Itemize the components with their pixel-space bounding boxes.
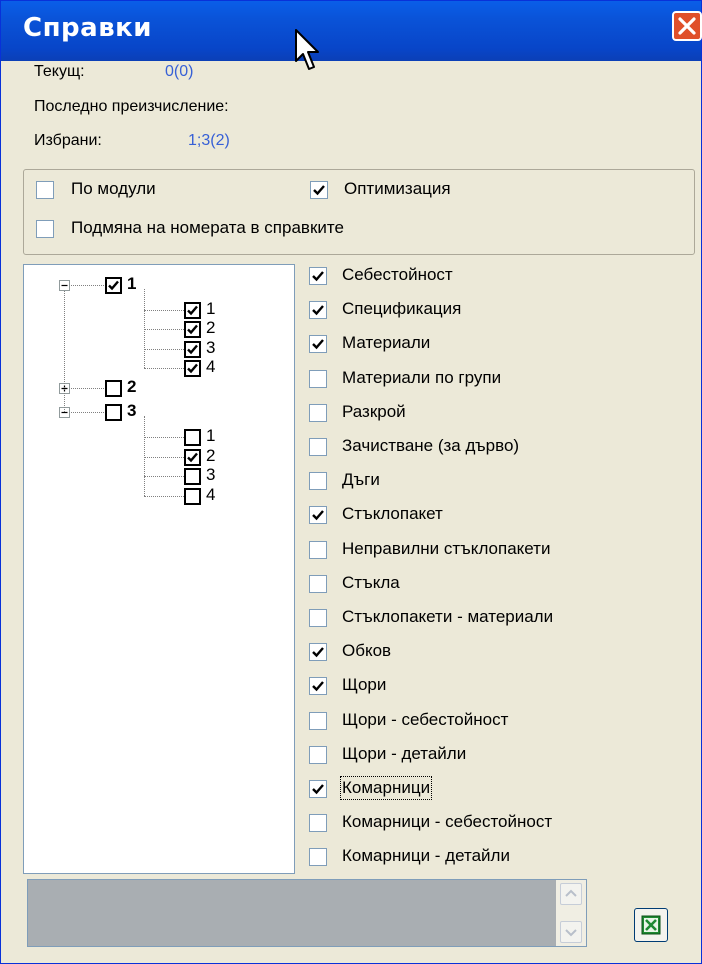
chevron-up-icon xyxy=(565,889,577,897)
tree-node-label[interactable]: 1 xyxy=(206,299,215,319)
report-checkbox[interactable] xyxy=(309,711,327,730)
by-modules-label[interactable]: По модули xyxy=(71,179,156,199)
tree-connector xyxy=(144,368,184,370)
report-checkbox[interactable] xyxy=(309,369,327,388)
replace-numbers-label[interactable]: Подмяна на номерата в справките xyxy=(71,218,344,238)
tree-connector xyxy=(144,289,145,369)
tree-node-label[interactable]: 3 xyxy=(127,401,136,421)
selected-label: Избрани: xyxy=(34,132,102,149)
tree-checkbox[interactable] xyxy=(184,428,201,446)
report-checkbox[interactable] xyxy=(309,609,327,627)
tree-connector xyxy=(144,456,184,458)
tree-node-label[interactable]: 1 xyxy=(127,274,136,294)
report-label[interactable]: Зачистване (за дърво) xyxy=(342,436,519,456)
title-bar[interactable]: Справки xyxy=(1,1,702,61)
report-checkbox[interactable] xyxy=(309,472,327,491)
report-checkbox[interactable] xyxy=(309,574,327,593)
report-checkbox[interactable] xyxy=(309,438,327,456)
tree-connector xyxy=(144,436,184,438)
report-label[interactable]: Материали xyxy=(342,333,430,353)
tree-connector xyxy=(144,416,145,496)
report-label[interactable]: Дъги xyxy=(342,470,380,490)
tree-connector xyxy=(64,291,65,413)
report-label[interactable]: Спецификация xyxy=(342,299,461,319)
reports-window: Справки Текущ: 0(0) Последно преизчислен… xyxy=(0,0,702,964)
replace-numbers-checkbox[interactable] xyxy=(36,220,54,238)
report-checkbox[interactable] xyxy=(309,677,327,696)
tree-checkbox[interactable] xyxy=(184,487,201,505)
tree-node-label[interactable]: 3 xyxy=(206,338,215,358)
tree-connector xyxy=(144,476,184,478)
tree-connector xyxy=(144,348,184,350)
tree-checkbox[interactable] xyxy=(105,277,122,294)
tree-connector xyxy=(71,285,104,286)
tree-node-label[interactable]: 4 xyxy=(206,485,215,505)
optimization-label[interactable]: Оптимизация xyxy=(344,179,451,199)
report-label[interactable]: Материали по групи xyxy=(342,368,501,388)
message-box[interactable] xyxy=(27,879,587,947)
tree-expander[interactable] xyxy=(59,280,70,291)
report-label[interactable]: Стъклопакет xyxy=(342,504,443,524)
report-checkbox[interactable] xyxy=(309,643,327,662)
report-checkbox[interactable] xyxy=(309,814,327,833)
report-label[interactable]: Себестойност xyxy=(342,265,453,285)
tree-connector xyxy=(71,387,104,389)
tree-checkbox[interactable] xyxy=(184,468,201,486)
report-label[interactable]: Обков xyxy=(342,641,391,661)
tree-node-label[interactable]: 2 xyxy=(206,318,215,338)
tree-node-label[interactable]: 2 xyxy=(127,377,136,397)
report-checkbox[interactable] xyxy=(309,780,327,798)
export-excel-button[interactable] xyxy=(634,908,668,942)
report-label[interactable]: Неправилни стъклопакети xyxy=(342,539,550,559)
report-checkbox[interactable] xyxy=(309,335,327,354)
tree-node-label[interactable]: 3 xyxy=(206,465,215,485)
report-checkbox[interactable] xyxy=(309,540,327,559)
optimization-checkbox[interactable] xyxy=(310,181,328,199)
chevron-down-icon xyxy=(565,929,577,937)
report-label[interactable]: Стъкла xyxy=(342,573,400,593)
excel-icon xyxy=(641,915,661,935)
by-modules-checkbox[interactable] xyxy=(36,181,54,199)
current-label: Текущ: xyxy=(34,63,85,80)
scroll-down-button[interactable] xyxy=(560,921,582,943)
tree-connector xyxy=(144,329,184,331)
close-button[interactable] xyxy=(672,11,702,41)
tree-node-label[interactable]: 2 xyxy=(206,446,215,466)
tree-checkbox[interactable] xyxy=(184,301,201,319)
report-checkbox[interactable] xyxy=(309,745,327,764)
report-label[interactable]: Комарници xyxy=(339,776,433,800)
modules-tree[interactable]: 11234231234 xyxy=(23,264,295,874)
last-recalc-label: Последно преизчисление: xyxy=(34,98,229,115)
report-checkbox[interactable] xyxy=(309,848,327,867)
report-label[interactable]: Комарници - себестойност xyxy=(342,812,552,832)
report-label[interactable]: Щори - себестойност xyxy=(342,710,508,730)
current-value: 0(0) xyxy=(165,63,194,80)
message-scrollbar[interactable] xyxy=(556,880,586,946)
report-label[interactable]: Щори xyxy=(342,675,386,695)
tree-checkbox[interactable] xyxy=(105,404,122,422)
report-label[interactable]: Комарници - детайли xyxy=(342,846,510,866)
tree-connector xyxy=(144,309,184,311)
mouse-cursor-icon xyxy=(295,29,319,70)
scroll-up-button[interactable] xyxy=(560,883,582,905)
report-label[interactable]: Щори - детайли xyxy=(342,744,466,764)
tree-checkbox[interactable] xyxy=(184,321,201,339)
report-checkbox[interactable] xyxy=(309,506,327,525)
tree-connector xyxy=(144,495,184,497)
tree-node-label[interactable]: 4 xyxy=(206,357,215,377)
tree-checkbox[interactable] xyxy=(105,379,122,397)
report-label[interactable]: Разкрой xyxy=(342,402,406,422)
tree-checkbox[interactable] xyxy=(184,340,201,358)
tree-connector xyxy=(71,412,104,414)
window-title: Справки xyxy=(23,13,153,43)
tree-node-label[interactable]: 1 xyxy=(206,426,215,446)
report-checkbox[interactable] xyxy=(309,301,327,320)
selected-value: 1;3(2) xyxy=(188,132,230,149)
tree-checkbox[interactable] xyxy=(184,360,201,378)
report-checkbox[interactable] xyxy=(309,267,327,285)
report-checkbox[interactable] xyxy=(309,403,327,422)
tree-checkbox[interactable] xyxy=(184,448,201,466)
report-label[interactable]: Стъклопакети - материали xyxy=(342,607,553,627)
close-icon xyxy=(678,17,696,35)
